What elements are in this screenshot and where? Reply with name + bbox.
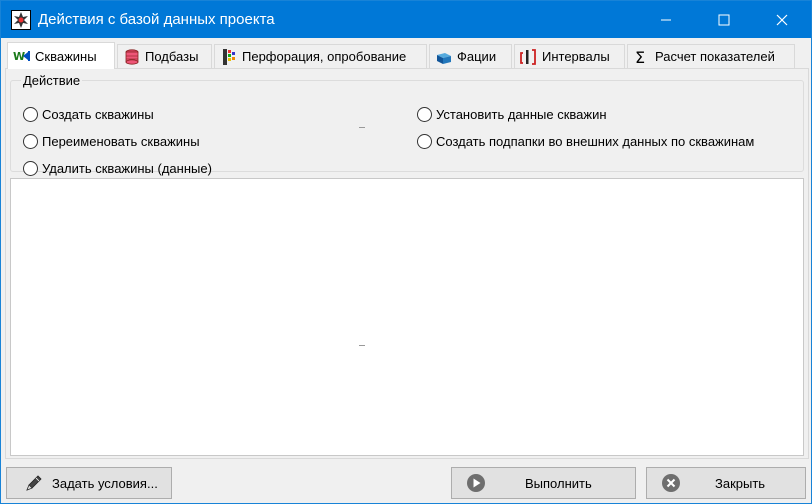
radio-rename-wells[interactable]: Переименовать скважины	[23, 134, 200, 149]
tab-wells[interactable]: W Скважины	[7, 42, 115, 69]
play-icon	[465, 472, 487, 494]
perforation-icon	[220, 48, 238, 66]
radio-rename-wells-label: Переименовать скважины	[42, 134, 200, 149]
radio-create-subfolders-label: Создать подпапки во внешних данных по ск…	[436, 134, 755, 149]
close-button[interactable]: Закрыть	[646, 467, 806, 499]
tab-wells-label: Скважины	[35, 48, 97, 64]
intervals-icon	[520, 48, 538, 66]
title-bar[interactable]: Действия с базой данных проекта	[1, 1, 811, 38]
svg-text:Σ: Σ	[635, 48, 645, 66]
radio-create-wells-label: Создать скважины	[42, 107, 154, 122]
minimize-icon	[661, 19, 671, 20]
tab-calculation-label: Расчет показателей	[655, 49, 775, 64]
app-gear-icon	[11, 10, 31, 30]
run-label: Выполнить	[525, 475, 592, 491]
tab-facies-label: Фации	[457, 49, 497, 64]
radio-button[interactable]	[23, 107, 38, 122]
options-panel	[10, 178, 804, 456]
close-label: Закрыть	[715, 475, 766, 491]
radio-set-well-data-label: Установить данные скважин	[436, 107, 607, 122]
tab-perforation[interactable]: Перфорация, опробование	[214, 44, 427, 68]
radio-button[interactable]	[417, 134, 432, 149]
pencil-icon	[23, 472, 45, 494]
close-icon	[776, 14, 788, 25]
radio-button[interactable]	[417, 107, 432, 122]
tab-intervals[interactable]: Интервалы	[514, 44, 625, 68]
radio-create-subfolders[interactable]: Создать подпапки во внешних данных по ск…	[417, 134, 754, 149]
radio-delete-wells-label: Удалить скважины (данные)	[42, 161, 212, 176]
cancel-icon	[660, 472, 682, 494]
wells-icon: W	[13, 47, 31, 65]
close-window-button[interactable]	[753, 1, 811, 38]
dialog-window: Действия с базой данных проекта W Скважи…	[0, 0, 812, 504]
tab-subbases[interactable]: Подбазы	[117, 44, 212, 68]
cube-icon	[435, 48, 453, 66]
window-title: Действия с базой данных проекта	[38, 11, 275, 28]
splitter-mark	[359, 127, 365, 128]
maximize-icon	[718, 14, 730, 25]
tab-calculation[interactable]: Σ Расчет показателей	[627, 44, 795, 68]
action-group: Действие Создать скважины Переименовать …	[10, 73, 804, 176]
set-conditions-label: Задать условия...	[52, 475, 158, 491]
radio-delete-wells[interactable]: Удалить скважины (данные)	[23, 161, 212, 176]
tab-perforation-label: Перфорация, опробование	[242, 49, 407, 64]
database-icon	[123, 48, 141, 66]
run-button[interactable]: Выполнить	[451, 467, 636, 499]
tab-facies[interactable]: Фации	[429, 44, 512, 68]
maximize-button[interactable]	[695, 1, 753, 38]
splitter-mark	[359, 345, 365, 346]
action-group-legend: Действие	[23, 73, 81, 88]
radio-set-well-data[interactable]: Установить данные скважин	[417, 107, 607, 122]
svg-text:W: W	[13, 50, 25, 63]
radio-button[interactable]	[23, 134, 38, 149]
tab-panel-wells: Действие Создать скважины Переименовать …	[5, 68, 809, 459]
sigma-icon: Σ	[633, 48, 651, 67]
set-conditions-button[interactable]: Задать условия...	[6, 467, 172, 499]
tab-strip: W Скважины Подбазы Перфорация, опробован…	[5, 42, 809, 69]
radio-create-wells[interactable]: Создать скважины	[23, 107, 154, 122]
minimize-button[interactable]	[637, 1, 695, 38]
tab-intervals-label: Интервалы	[542, 49, 610, 64]
tab-subbases-label: Подбазы	[145, 49, 199, 64]
radio-button[interactable]	[23, 161, 38, 176]
